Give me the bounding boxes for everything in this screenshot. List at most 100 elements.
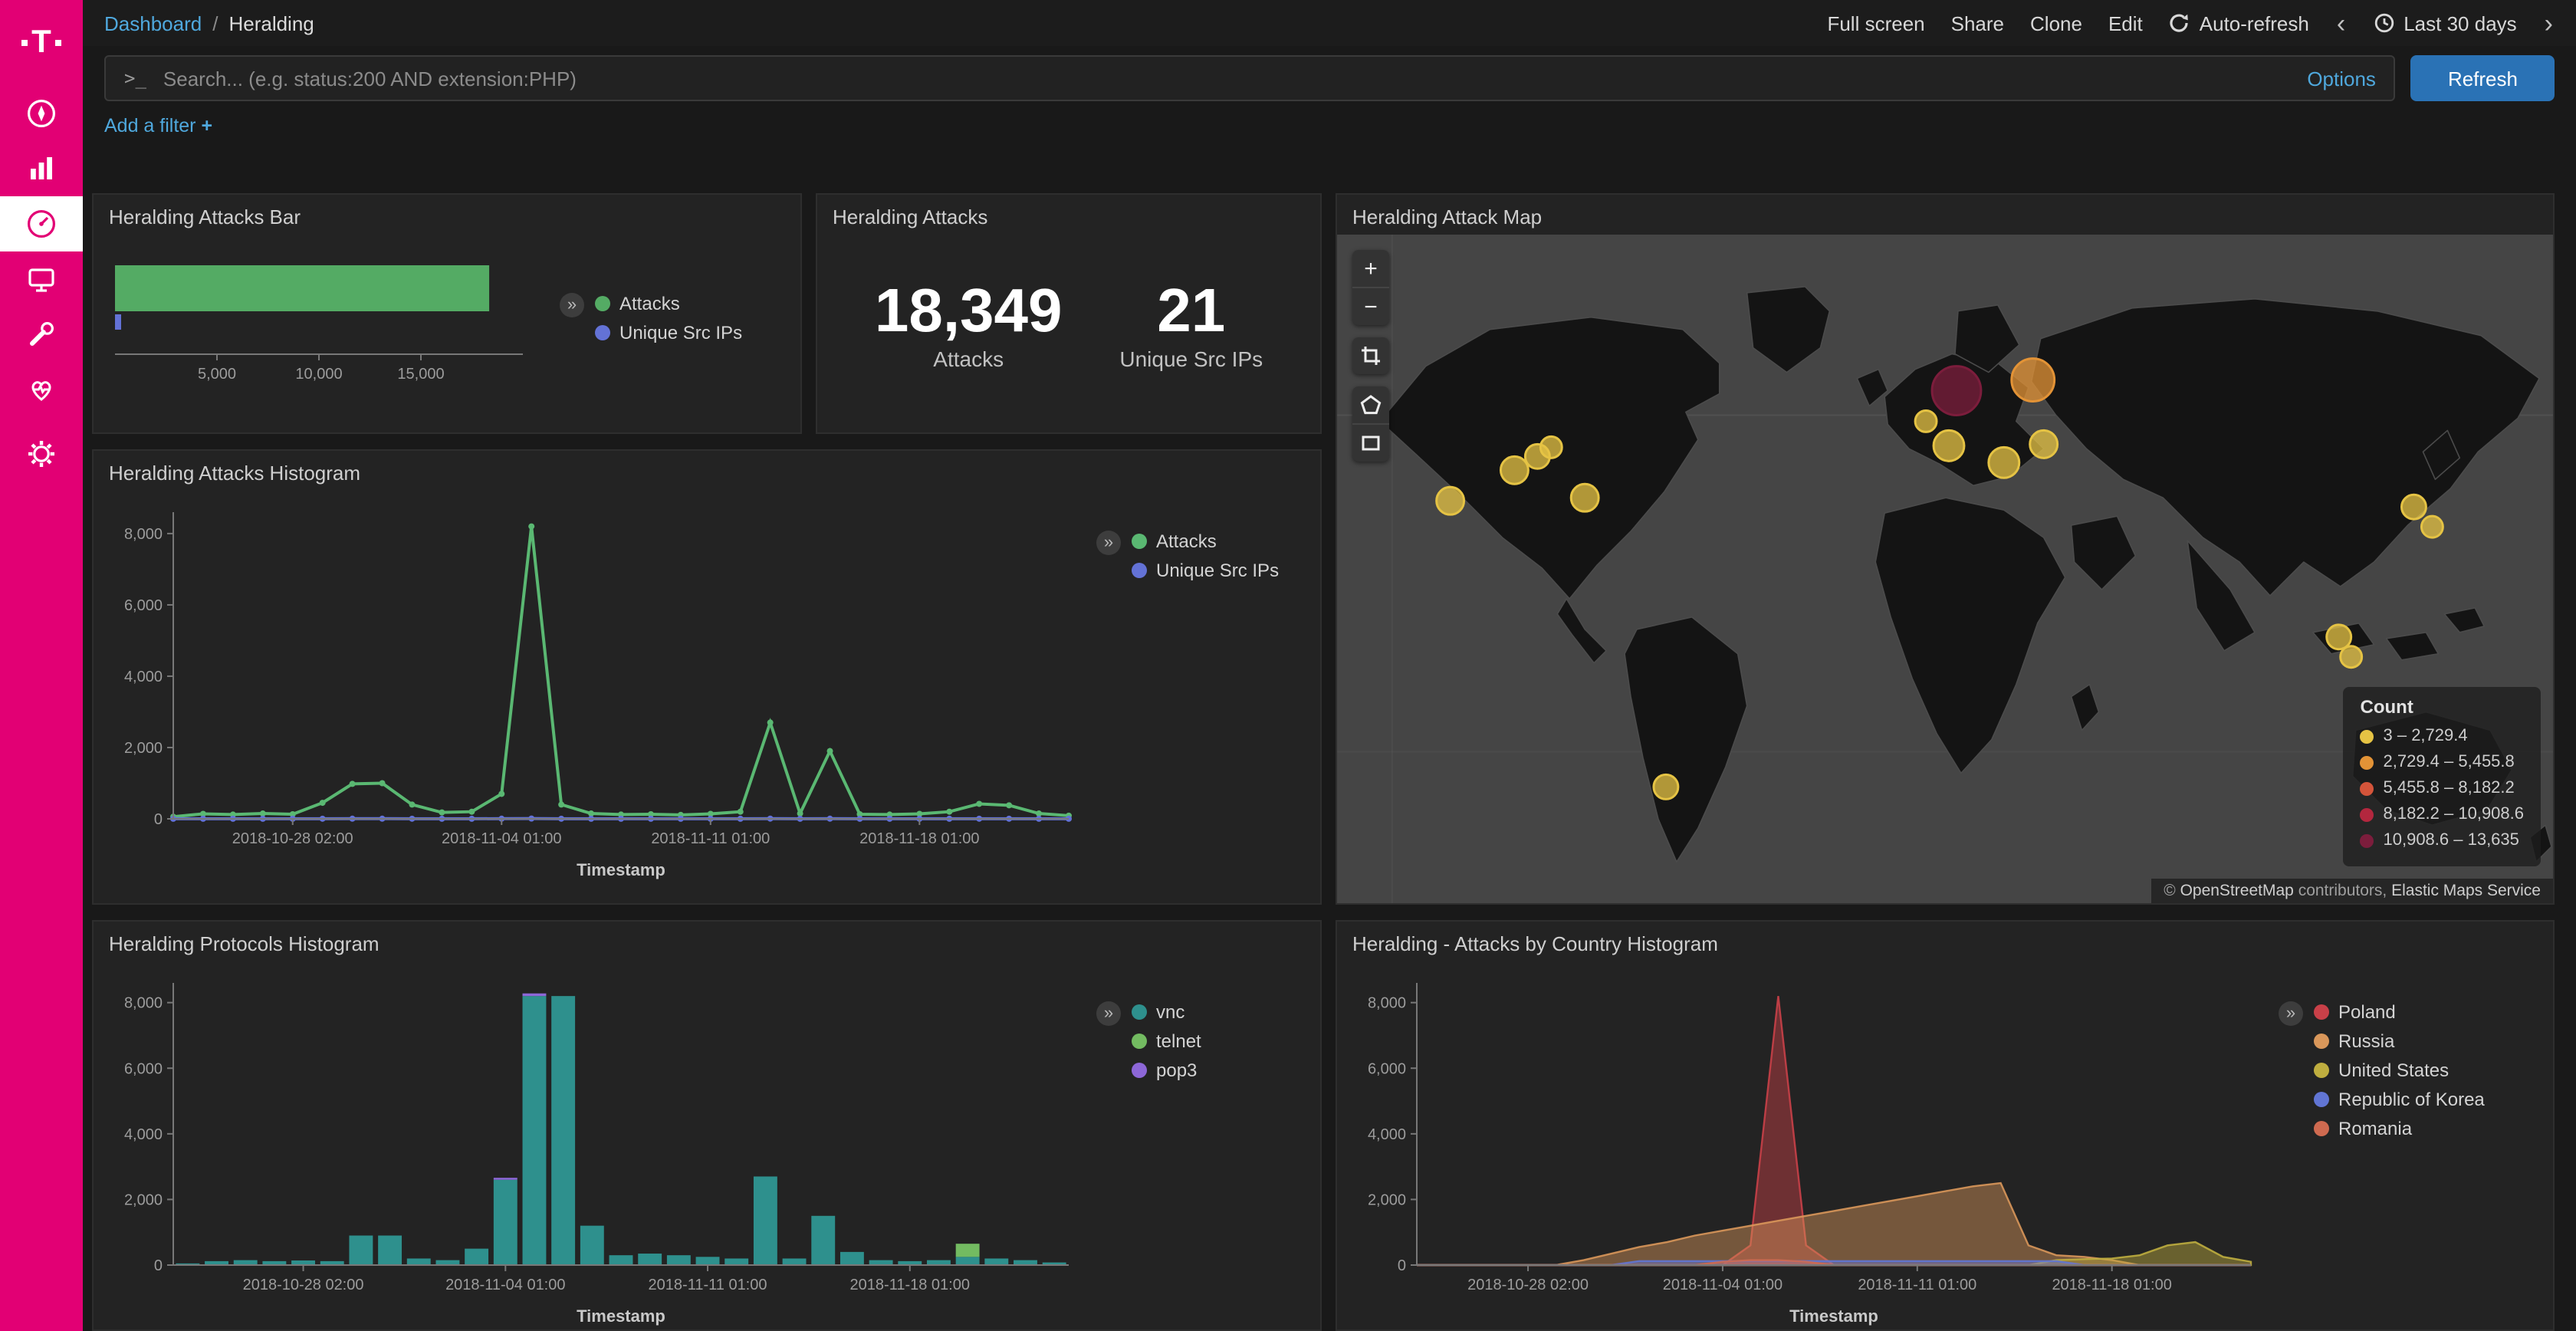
attack-marker[interactable] [1932,366,1981,416]
legend-color-dot [1132,1004,1147,1020]
legend-label: Russia [2338,1030,2394,1052]
attack-marker[interactable] [1989,447,2019,478]
legend-label: Romania [2338,1118,2412,1139]
attack-marker[interactable] [2401,495,2426,519]
attack-marker[interactable] [1437,487,1464,514]
attacks-bar-chart[interactable]: 5,00010,00015,000 [103,250,547,403]
attack-marker[interactable] [1540,436,1562,458]
attack-marker[interactable] [2012,359,2055,402]
openstreetmap-link[interactable]: OpenStreetMap [2180,882,2294,900]
heartbeat-icon [25,373,58,406]
time-range-button[interactable]: Last 30 days [2373,12,2516,35]
kibana-dashboard-app: T Dashboard / Heralding [0,0,2576,1331]
legend-item[interactable]: vnc [1132,1001,1201,1023]
telekom-logo[interactable]: T [0,0,83,86]
sidebar-item-dashboard[interactable] [0,196,83,251]
attack-marker[interactable] [2030,430,2058,458]
map-legend-color-dot [2361,730,2374,744]
attack-marker[interactable] [1654,774,1678,799]
legend-item[interactable]: Russia [2314,1030,2485,1052]
legend-item[interactable]: United States [2314,1060,2485,1081]
protocols-histogram-chart[interactable]: 02,0004,0006,0008,0002018-10-28 02:00201… [103,968,1084,1329]
legend-item[interactable]: Republic of Korea [2314,1089,2485,1110]
legend-item[interactable]: Romania [2314,1118,2485,1139]
panel-attacks-histogram: Heralding Attacks Histogram 02,0004,0006… [92,449,1322,905]
logo-dot [21,40,27,46]
map-legend-range-label: 5,455.8 – 8,182.2 [2384,776,2515,802]
auto-refresh-button[interactable]: Auto-refresh [2169,12,2309,35]
svg-text:Timestamp: Timestamp [577,1306,665,1326]
attack-marker[interactable] [1571,484,1598,511]
legend-item[interactable]: Poland [2314,1001,2485,1023]
attack-marker[interactable] [1915,410,1937,432]
sidebar-item-monitoring[interactable] [0,362,83,417]
legend-item[interactable]: Unique Src IPs [1132,560,1279,581]
sidebar-item-management[interactable] [0,426,83,481]
map-legend-item[interactable]: 10,908.6 – 13,635 [2361,828,2525,854]
map-legend-color-dot [2361,834,2374,848]
clone-button[interactable]: Clone [2030,12,2082,35]
attack-marker[interactable] [2421,516,2443,537]
legend-toggle-icon[interactable] [2279,1001,2303,1026]
breadcrumb-current: Heralding [228,12,314,35]
panel-title: Heralding Attacks Histogram [94,451,1320,489]
sidebar-item-dev-tools[interactable] [0,307,83,362]
sidebar-item-timelion[interactable] [0,251,83,307]
legend-toggle-icon[interactable] [1096,1001,1121,1026]
draw-rectangle-button[interactable] [1352,425,1389,462]
share-button[interactable]: Share [1951,12,2004,35]
panel-attack-map: Heralding Attack Map [1336,193,2555,905]
legend-item[interactable]: telnet [1132,1030,1201,1052]
time-back-button[interactable]: ‹ [2335,10,2347,36]
legend-item[interactable]: Unique Src IPs [595,322,742,343]
protocols-histogram-legend: vnc telnet pop3 [1084,961,1211,1329]
options-link[interactable]: Options [2307,67,2376,90]
attack-map[interactable]: + − [1337,235,2553,903]
map-legend-item[interactable]: 8,182.2 – 10,908.6 [2361,802,2525,828]
refresh-cycle-icon [2169,12,2190,34]
fit-bounds-button[interactable] [1352,337,1389,374]
attack-marker[interactable] [1934,430,1964,461]
legend-item[interactable]: Attacks [1132,531,1279,552]
map-legend-item[interactable]: 2,729.4 – 5,455.8 [2361,750,2525,776]
svg-text:2018-11-04 01:00: 2018-11-04 01:00 [442,830,561,847]
sidebar-item-discover[interactable] [0,86,83,141]
main-area: Dashboard / Heralding Full screen Share … [83,0,2576,1331]
map-legend-range-label: 3 – 2,729.4 [2384,724,2468,750]
map-legend-item[interactable]: 3 – 2,729.4 [2361,724,2525,750]
crop-icon [1360,345,1382,366]
svg-text:8,000: 8,000 [124,995,163,1012]
legend-color-dot [1132,1063,1147,1078]
sidebar-item-visualize[interactable] [0,141,83,196]
svg-text:2018-10-28 02:00: 2018-10-28 02:00 [232,830,353,847]
legend-toggle-icon[interactable] [560,293,584,317]
map-legend-range-label: 2,729.4 – 5,455.8 [2384,750,2515,776]
breadcrumb: Dashboard / Heralding [104,12,314,35]
attack-marker[interactable] [2341,646,2362,668]
refresh-button[interactable]: Refresh [2411,55,2555,101]
draw-polygon-button[interactable] [1352,386,1389,425]
add-filter-link[interactable]: Add a filter + [104,115,212,136]
elastic-maps-service-link[interactable]: Elastic Maps Service [2391,882,2541,900]
legend-item[interactable]: pop3 [1132,1060,1201,1081]
legend-color-dot [2314,1092,2329,1107]
edit-button[interactable]: Edit [2108,12,2143,35]
zoom-in-button[interactable]: + [1352,250,1389,288]
attack-marker[interactable] [1500,456,1528,484]
breadcrumb-dashboard-link[interactable]: Dashboard [104,12,202,35]
compass-icon [25,97,58,130]
attack-marker[interactable] [2327,625,2351,649]
full-screen-button[interactable]: Full screen [1827,12,1924,35]
attacks-histogram-chart[interactable]: 02,0004,0006,0008,0002018-10-28 02:00201… [103,497,1084,883]
svg-text:2018-10-28 02:00: 2018-10-28 02:00 [243,1277,364,1293]
country-histogram-chart[interactable]: 02,0004,0006,0008,0002018-10-28 02:00201… [1346,968,2266,1329]
legend-color-dot [2314,1034,2329,1049]
legend-item[interactable]: Attacks [595,293,742,314]
time-forward-button[interactable]: › [2543,10,2555,36]
sidebar: T [0,0,83,1331]
map-legend-item[interactable]: 5,455.8 – 8,182.2 [2361,776,2525,802]
legend-toggle-icon[interactable] [1096,531,1121,555]
svg-text:2018-11-11 01:00: 2018-11-11 01:00 [649,1277,767,1293]
zoom-out-button[interactable]: − [1352,288,1389,325]
search-input[interactable] [160,65,2293,91]
